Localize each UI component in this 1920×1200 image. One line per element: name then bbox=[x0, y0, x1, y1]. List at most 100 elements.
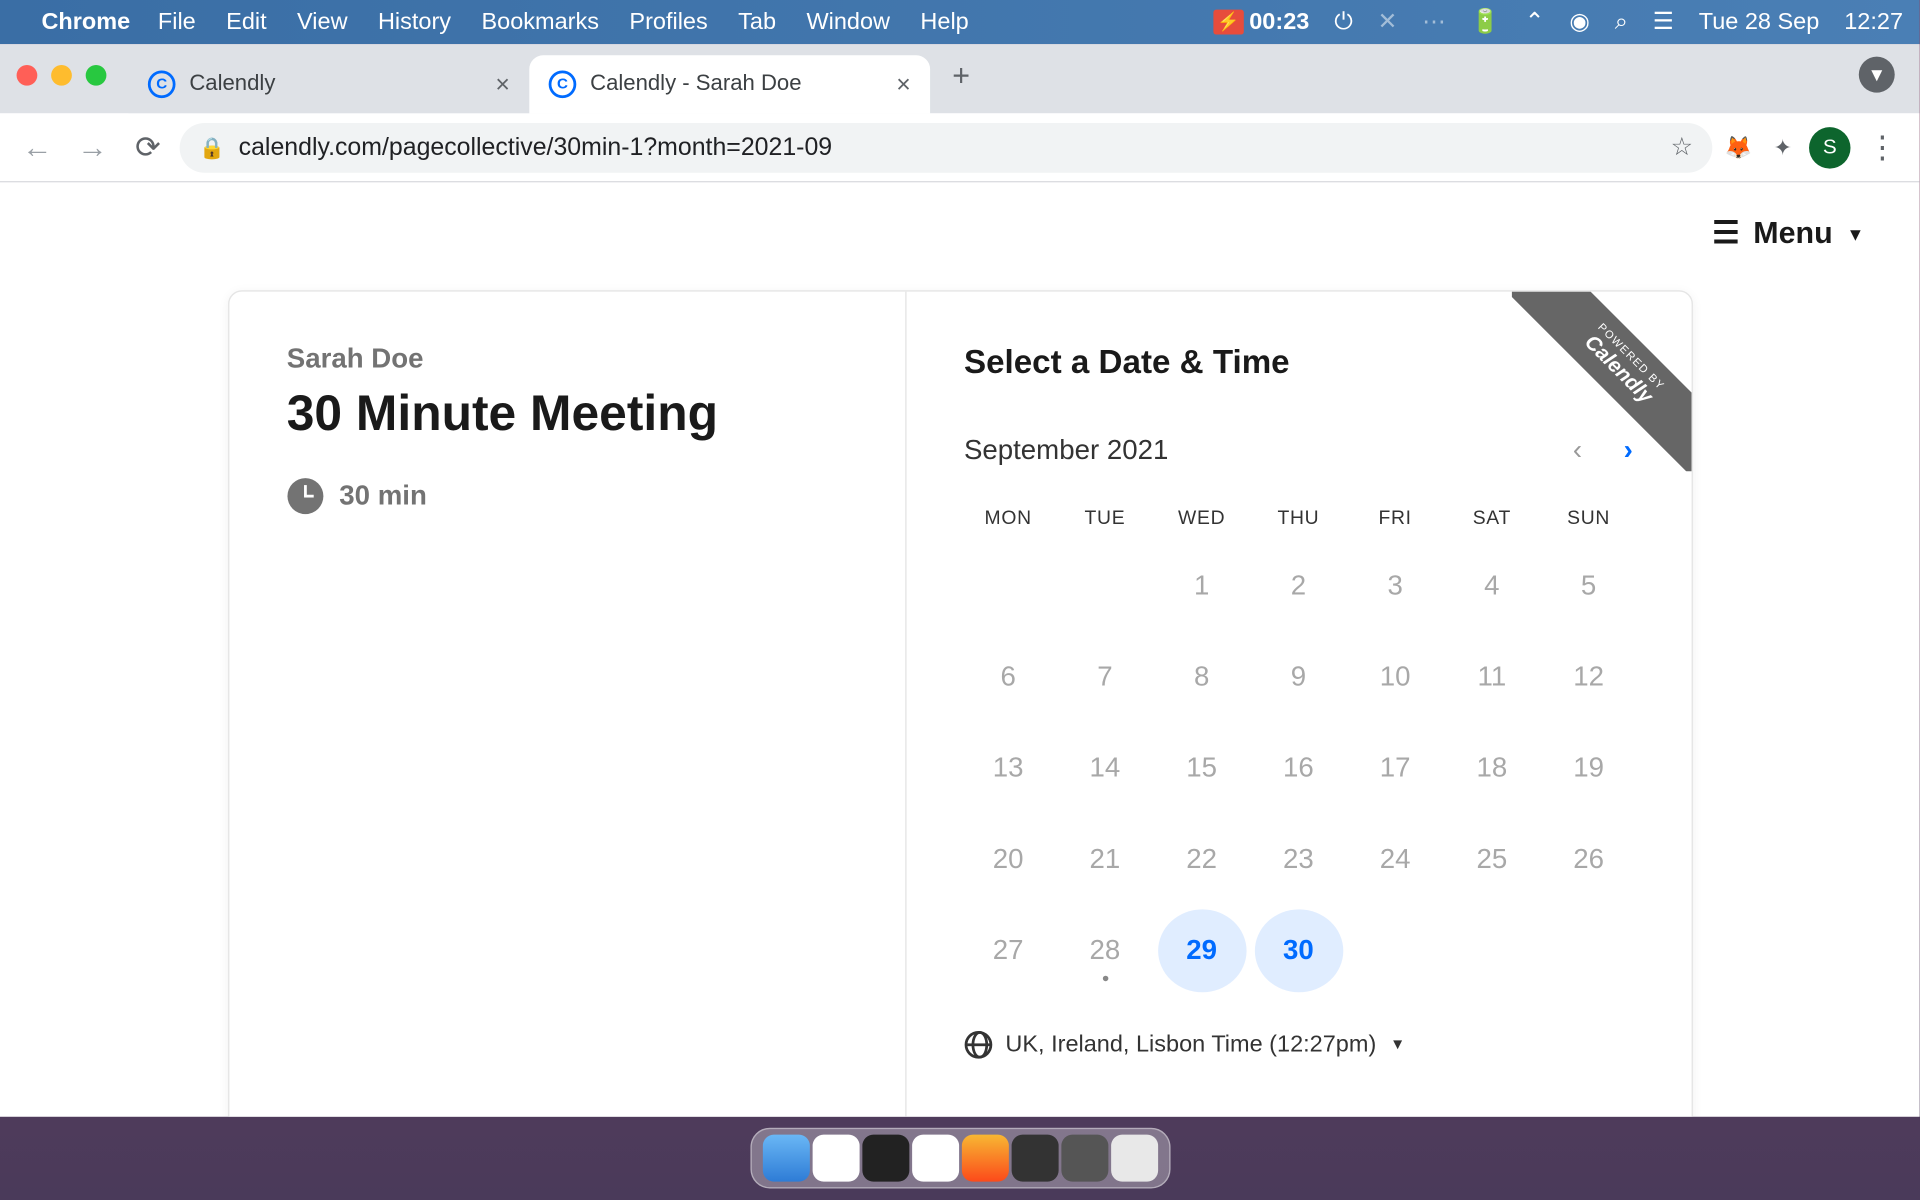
calendar-day-22: 22 bbox=[1157, 818, 1245, 901]
globe-icon bbox=[964, 1031, 992, 1059]
calendar-day-2: 2 bbox=[1254, 545, 1342, 628]
calendar-day-25: 25 bbox=[1448, 818, 1536, 901]
menu-bookmarks[interactable]: Bookmarks bbox=[481, 8, 599, 36]
calendar-day-28: 28 bbox=[1061, 909, 1149, 992]
dock-chrome[interactable] bbox=[812, 1135, 859, 1182]
calendar-day-15: 15 bbox=[1157, 727, 1245, 810]
close-tab-icon[interactable]: × bbox=[495, 70, 510, 99]
toolbar: ← → ⟳ 🔒 calendly.com/pagecollective/30mi… bbox=[0, 113, 1920, 182]
weekday-header: SAT bbox=[1448, 498, 1536, 537]
calendar-day-12: 12 bbox=[1544, 636, 1632, 719]
menu-profiles[interactable]: Profiles bbox=[629, 8, 707, 36]
powered-by-badge[interactable]: POWERED BY Calendly bbox=[1511, 292, 1691, 472]
duration-text: 30 min bbox=[339, 480, 427, 512]
calendar-day-30[interactable]: 30 bbox=[1254, 909, 1342, 992]
calendar-day-17: 17 bbox=[1351, 727, 1439, 810]
dock-trash[interactable] bbox=[1110, 1135, 1157, 1182]
calendar-day-1: 1 bbox=[1157, 545, 1245, 628]
dock-app-4[interactable] bbox=[1061, 1135, 1108, 1182]
calendar-day-10: 10 bbox=[1351, 636, 1439, 719]
calendar-grid: MONTUEWEDTHUFRISATSUN1234567891011121314… bbox=[964, 498, 1633, 993]
status-icon-3[interactable]: ⋯ bbox=[1422, 8, 1445, 36]
lock-icon[interactable]: 🔒 bbox=[199, 135, 225, 160]
wifi-icon[interactable]: ⌃ bbox=[1525, 8, 1545, 36]
menu-edit[interactable]: Edit bbox=[226, 8, 266, 36]
maximize-window-button[interactable] bbox=[86, 64, 107, 85]
menu-history[interactable]: History bbox=[378, 8, 451, 36]
minimize-window-button[interactable] bbox=[51, 64, 72, 85]
tab-overflow-icon[interactable]: ▾ bbox=[1859, 57, 1895, 93]
weekday-header: TUE bbox=[1061, 498, 1149, 537]
calendar-day-18: 18 bbox=[1448, 727, 1536, 810]
dock-terminal[interactable] bbox=[862, 1135, 909, 1182]
spotlight-icon[interactable]: ⌕ bbox=[1615, 8, 1628, 36]
calendar-day-19: 19 bbox=[1544, 727, 1632, 810]
back-button[interactable]: ← bbox=[14, 124, 61, 171]
weekday-header: FRI bbox=[1351, 498, 1439, 537]
menubar-app-name[interactable]: Chrome bbox=[41, 8, 130, 36]
timezone-selector[interactable]: UK, Ireland, Lisbon Time (12:27pm) ▼ bbox=[964, 1031, 1633, 1059]
menu-window[interactable]: Window bbox=[806, 8, 890, 36]
weekday-header: SUN bbox=[1544, 498, 1632, 537]
menu-view[interactable]: View bbox=[297, 8, 348, 36]
calendar-day-6: 6 bbox=[964, 636, 1052, 719]
control-center-icon[interactable]: ☰ bbox=[1653, 8, 1674, 36]
tab-bar: C Calendly × C Calendly - Sarah Doe × + … bbox=[0, 44, 1920, 113]
menu-label: Menu bbox=[1753, 216, 1832, 252]
new-tab-button[interactable]: + bbox=[941, 53, 981, 100]
calendar-day-14: 14 bbox=[1061, 727, 1149, 810]
battery-time: 00:23 bbox=[1249, 8, 1309, 36]
weekday-header: WED bbox=[1157, 498, 1245, 537]
close-tab-icon[interactable]: × bbox=[896, 70, 911, 99]
page-menu-button[interactable]: ☰ Menu ▼ bbox=[1712, 216, 1864, 252]
event-details-panel: Sarah Doe 30 Minute Meeting 30 min bbox=[229, 292, 906, 1117]
calendar-day-21: 21 bbox=[1061, 818, 1149, 901]
menu-help[interactable]: Help bbox=[920, 8, 968, 36]
menu-tab[interactable]: Tab bbox=[738, 8, 776, 36]
weekday-header: MON bbox=[964, 498, 1052, 537]
clock-icon bbox=[287, 478, 323, 514]
avatar-initial: S bbox=[1823, 135, 1837, 158]
star-icon[interactable]: ☆ bbox=[1671, 133, 1693, 162]
calendar-day-9: 9 bbox=[1254, 636, 1342, 719]
dock-app-1[interactable] bbox=[911, 1135, 958, 1182]
close-window-button[interactable] bbox=[17, 64, 38, 85]
dock bbox=[750, 1128, 1170, 1189]
favicon-icon: C bbox=[148, 70, 176, 98]
macos-menubar: Chrome File Edit View History Bookmarks … bbox=[0, 0, 1920, 44]
dock-finder[interactable] bbox=[762, 1135, 809, 1182]
status-icon-2[interactable]: ✕ bbox=[1378, 8, 1398, 36]
extensions-button[interactable]: ✦ bbox=[1765, 129, 1801, 165]
calendar-day-13: 13 bbox=[964, 727, 1052, 810]
dock-app-2[interactable] bbox=[961, 1135, 1008, 1182]
profile-avatar[interactable]: S bbox=[1809, 126, 1850, 167]
timezone-text: UK, Ireland, Lisbon Time (12:27pm) bbox=[1005, 1031, 1376, 1059]
address-bar[interactable]: 🔒 calendly.com/pagecollective/30min-1?mo… bbox=[180, 122, 1713, 172]
browser-tab-2[interactable]: C Calendly - Sarah Doe × bbox=[529, 55, 930, 113]
status-icon-1[interactable]: ⏻ bbox=[1334, 8, 1353, 36]
booking-card: Sarah Doe 30 Minute Meeting 30 min POWER… bbox=[227, 290, 1692, 1116]
calendar-day-26: 26 bbox=[1544, 818, 1632, 901]
url-text: calendly.com/pagecollective/30min-1?mont… bbox=[239, 133, 832, 162]
calendar-day-5: 5 bbox=[1544, 545, 1632, 628]
browser-tab-1[interactable]: C Calendly × bbox=[129, 55, 530, 113]
calendar-day-29[interactable]: 29 bbox=[1157, 909, 1245, 992]
menubar-time[interactable]: 12:27 bbox=[1844, 8, 1903, 36]
reload-button[interactable]: ⟳ bbox=[124, 124, 171, 171]
menu-file[interactable]: File bbox=[158, 8, 196, 36]
extension-icon-1[interactable]: 🦊 bbox=[1721, 129, 1757, 165]
calendar-day-7: 7 bbox=[1061, 636, 1149, 719]
calendar-day-4: 4 bbox=[1448, 545, 1536, 628]
weekday-header: THU bbox=[1254, 498, 1342, 537]
chrome-menu-button[interactable]: ⋮ bbox=[1859, 124, 1906, 171]
menubar-date[interactable]: Tue 28 Sep bbox=[1699, 8, 1820, 36]
dock-app-3[interactable] bbox=[1011, 1135, 1058, 1182]
date-time-panel: POWERED BY Calendly Select a Date & Time… bbox=[906, 292, 1691, 1117]
battery-icon[interactable]: 🔋 bbox=[1471, 8, 1500, 36]
user-icon[interactable]: ◉ bbox=[1569, 8, 1590, 36]
dock-area bbox=[0, 1117, 1920, 1200]
chevron-down-icon: ▼ bbox=[1390, 1037, 1405, 1054]
forward-button: → bbox=[69, 124, 116, 171]
calendar-day-24: 24 bbox=[1351, 818, 1439, 901]
battery-status[interactable]: ⚡00:23 bbox=[1213, 8, 1309, 36]
